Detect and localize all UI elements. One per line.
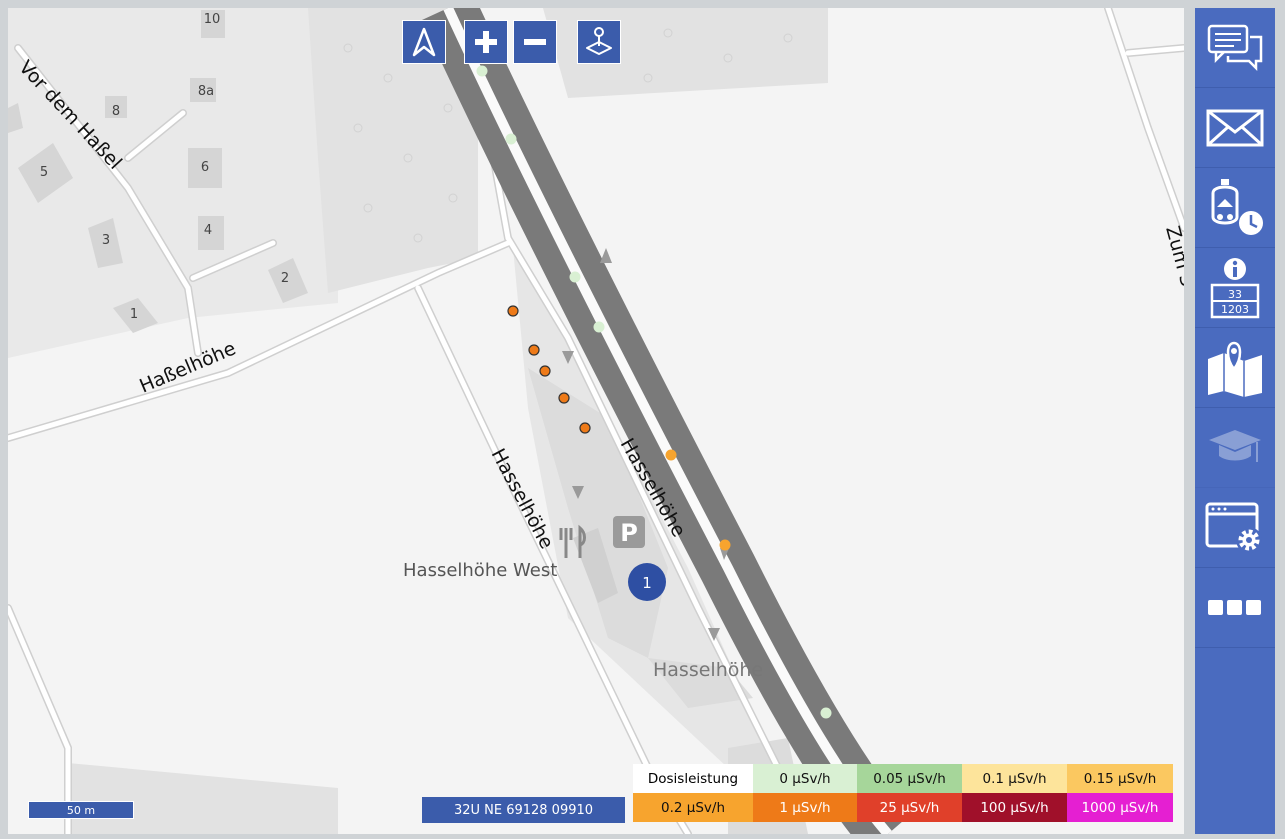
sidebar: 33 1203 bbox=[1195, 8, 1275, 834]
graduation-cap-icon bbox=[1209, 429, 1261, 462]
measurement-point bbox=[476, 65, 488, 77]
house-number: 6 bbox=[201, 160, 209, 175]
legend-entry: 1 µSv/h bbox=[753, 793, 857, 822]
street-label-zum: Zum S bbox=[1161, 224, 1184, 289]
svg-text:1: 1 bbox=[642, 574, 652, 592]
minus-icon bbox=[524, 39, 546, 45]
house-number: 2 bbox=[281, 271, 289, 286]
measurement-point bbox=[569, 271, 581, 283]
house-number: 10 bbox=[204, 12, 221, 27]
house-number: 4 bbox=[204, 223, 212, 238]
place-label-hasselhoehe: Hasselhöhe bbox=[653, 659, 763, 681]
legend-entry: 0.1 µSv/h bbox=[962, 764, 1067, 793]
legend-entry: 0 µSv/h bbox=[753, 764, 857, 793]
measurement-point bbox=[719, 539, 731, 551]
sidebar-item-settings[interactable] bbox=[1195, 488, 1275, 568]
mail-icon bbox=[1206, 109, 1264, 146]
legend-title: Dosisleistung bbox=[633, 764, 753, 793]
dose-rate-legend: Dosisleistung 0 µSv/h 0.05 µSv/h 0.1 µSv… bbox=[633, 764, 1173, 822]
cluster-marker[interactable]: 1 bbox=[628, 563, 666, 601]
sidebar-item-more[interactable] bbox=[1195, 568, 1275, 648]
coordinate-readout[interactable]: 32U NE 69128 09910 bbox=[422, 797, 625, 823]
svg-text:P: P bbox=[620, 519, 638, 547]
measurement-point bbox=[579, 422, 591, 434]
legend-entry: 0.05 µSv/h bbox=[857, 764, 962, 793]
svg-text:1203: 1203 bbox=[1221, 303, 1249, 316]
north-arrow-icon bbox=[412, 27, 436, 57]
parking-icon: P bbox=[613, 516, 645, 548]
window-settings-icon bbox=[1205, 502, 1262, 553]
joystick-icon bbox=[586, 27, 612, 55]
zoom-out-button[interactable] bbox=[513, 20, 557, 64]
forest-area-south bbox=[68, 763, 338, 834]
legend-entry: 25 µSv/h bbox=[857, 793, 962, 822]
zoom-in-button[interactable] bbox=[464, 20, 508, 64]
house-number: 5 bbox=[40, 165, 48, 180]
measurement-point bbox=[593, 321, 605, 333]
locate-button[interactable] bbox=[577, 20, 621, 64]
measurement-point bbox=[539, 365, 551, 377]
measurement-point bbox=[528, 344, 540, 356]
map-svg[interactable]: Vor dem Haßel Haßelhöhe Hasselhöhe Hasse… bbox=[8, 8, 1184, 834]
scale-bar: 50 m bbox=[28, 801, 134, 819]
measurement-point bbox=[665, 449, 677, 461]
house-number: 8a bbox=[198, 84, 214, 99]
sidebar-item-breathing-protection[interactable] bbox=[1195, 168, 1275, 248]
measurement-point bbox=[507, 305, 519, 317]
breathing-mask-timer-icon bbox=[1211, 178, 1263, 235]
sidebar-item-training bbox=[1195, 408, 1275, 488]
sidebar-item-mail[interactable] bbox=[1195, 88, 1275, 168]
plus-icon bbox=[475, 31, 497, 53]
house-number: 3 bbox=[102, 233, 110, 248]
north-arrow-button[interactable] bbox=[402, 20, 446, 64]
svg-text:33: 33 bbox=[1228, 288, 1242, 301]
legend-entry: 1000 µSv/h bbox=[1067, 793, 1173, 822]
measurement-point bbox=[505, 133, 517, 145]
measurement-point bbox=[558, 392, 570, 404]
measurement-point bbox=[820, 707, 832, 719]
hazard-info-sign-icon: 33 1203 bbox=[1210, 257, 1260, 318]
sidebar-item-map[interactable] bbox=[1195, 328, 1275, 408]
house-number: 1 bbox=[130, 307, 138, 322]
legend-entry: 0.15 µSv/h bbox=[1067, 764, 1173, 793]
map-pin-icon bbox=[1208, 341, 1262, 397]
map-canvas[interactable]: Vor dem Haßel Haßelhöhe Hasselhöhe Hasse… bbox=[8, 8, 1184, 834]
legend-entry: 100 µSv/h bbox=[962, 793, 1067, 822]
place-label-hasselhoehe-west: Hasselhöhe West bbox=[403, 560, 557, 581]
chat-icon bbox=[1207, 24, 1263, 71]
more-icon bbox=[1208, 599, 1261, 615]
sidebar-item-chat[interactable] bbox=[1195, 8, 1275, 88]
house-number: 8 bbox=[112, 104, 120, 119]
sidebar-item-hazard-info[interactable]: 33 1203 bbox=[1195, 248, 1275, 328]
legend-entry: 0.2 µSv/h bbox=[633, 793, 753, 822]
